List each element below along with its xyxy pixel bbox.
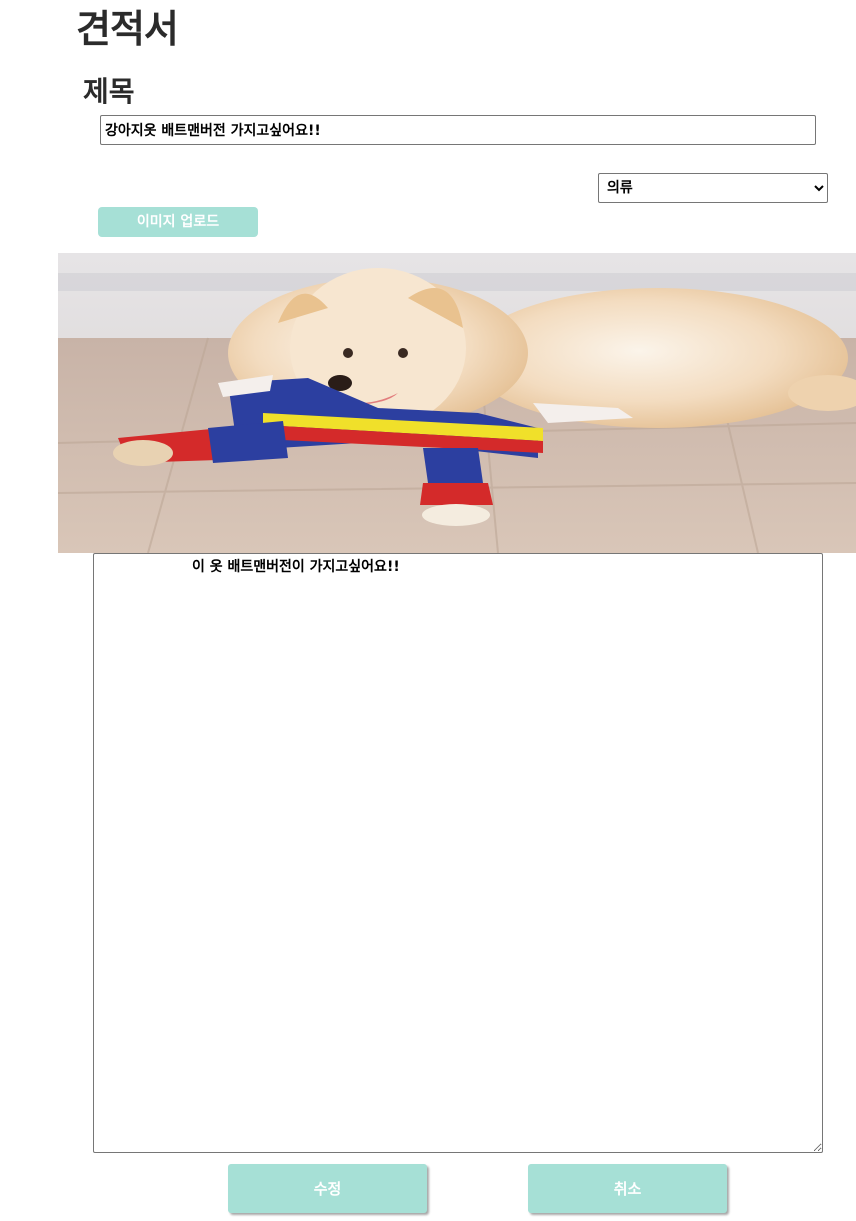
page-title: 견적서 <box>76 7 179 51</box>
uploaded-dog-photo <box>58 253 856 553</box>
cancel-button[interactable]: 취소 <box>528 1164 727 1213</box>
title-label: 제목 <box>83 75 135 108</box>
content-textarea[interactable]: 이 옷 배트맨버전이 가지고싶어요!! <box>93 553 823 1153</box>
edit-button[interactable]: 수정 <box>228 1164 427 1213</box>
category-select[interactable]: 의류 <box>598 173 828 203</box>
title-input[interactable] <box>100 115 816 145</box>
image-upload-button[interactable]: 이미지 업로드 <box>98 207 258 237</box>
